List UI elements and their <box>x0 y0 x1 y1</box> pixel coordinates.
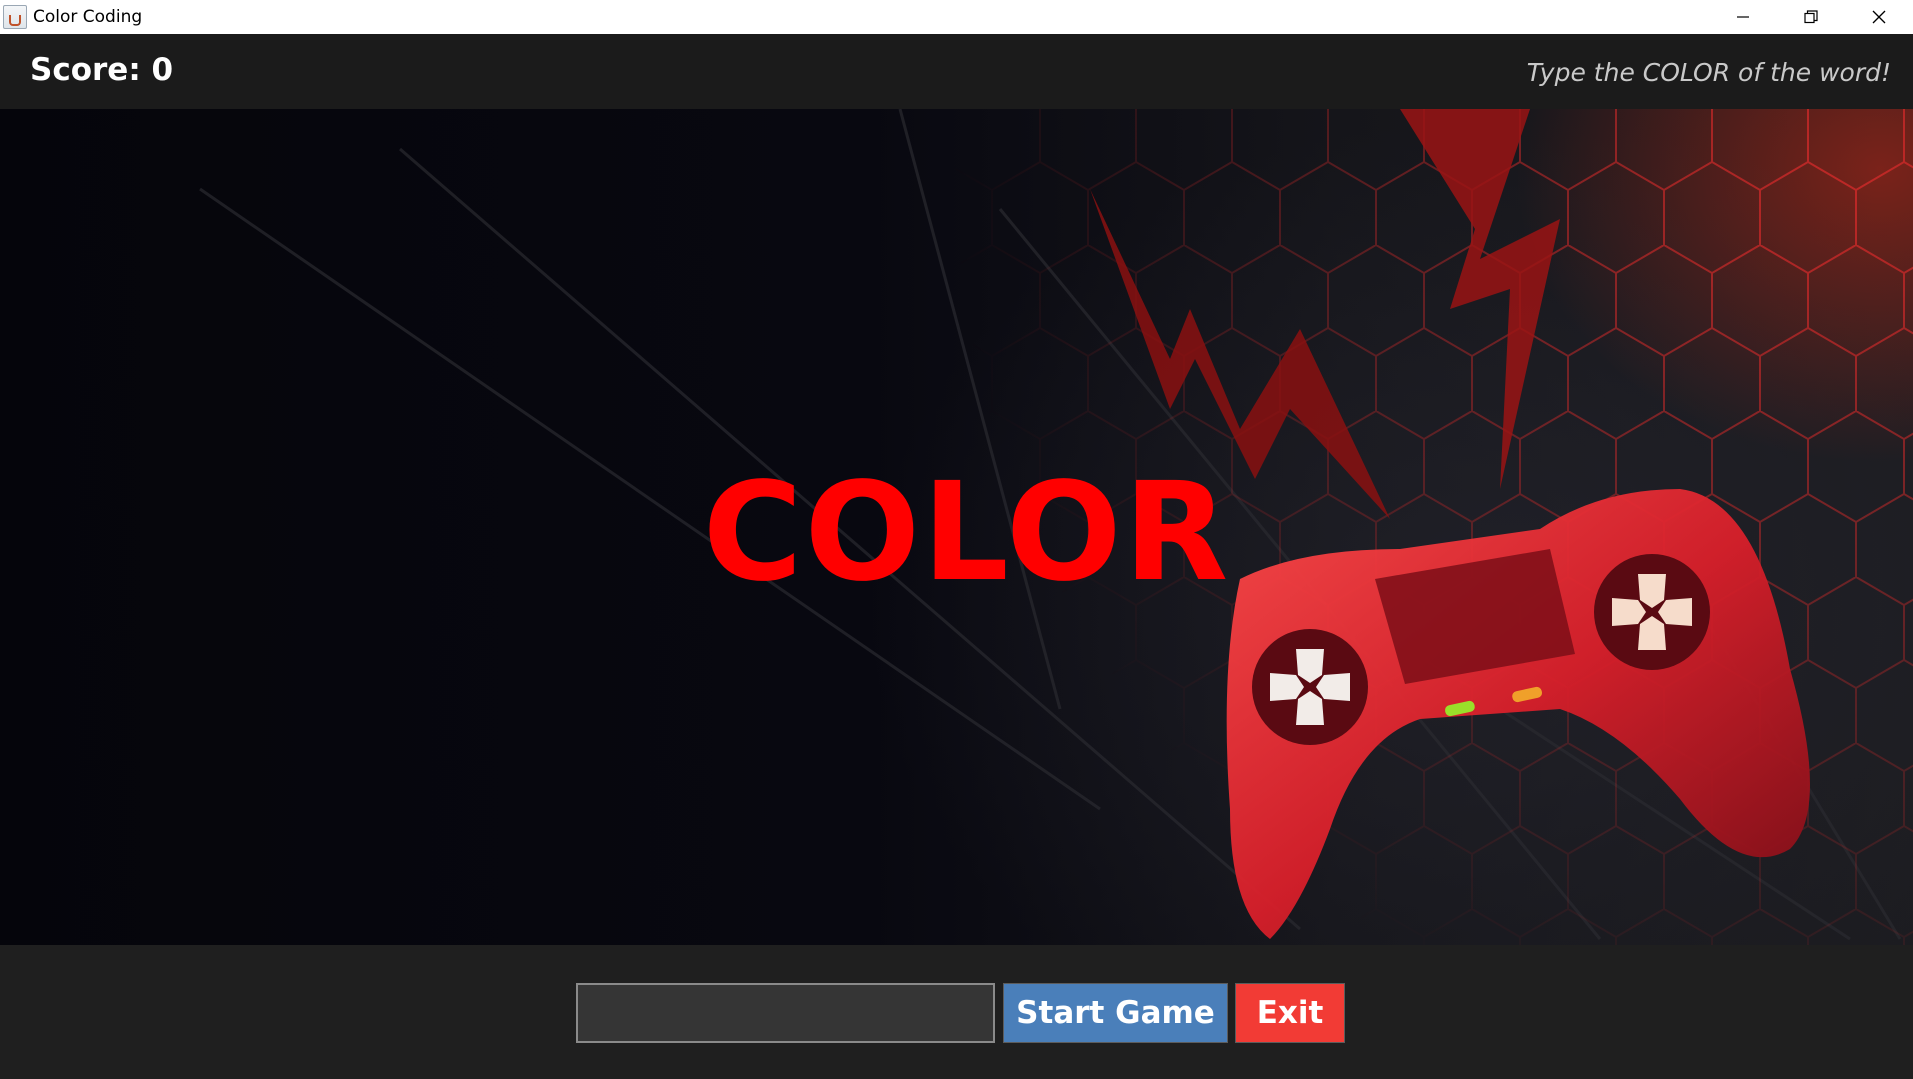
minimize-button[interactable] <box>1709 0 1777 34</box>
restore-button[interactable] <box>1777 0 1845 34</box>
answer-input[interactable] <box>576 983 995 1043</box>
window-title-bar: Color Coding <box>0 0 1913 34</box>
window-title: Color Coding <box>33 7 143 27</box>
start-game-button[interactable]: Start Game <box>1003 983 1228 1043</box>
instruction-label: Type the COLOR of the word! <box>1526 58 1891 87</box>
exit-button[interactable]: Exit <box>1235 983 1345 1043</box>
restore-icon <box>1804 10 1818 24</box>
game-area: COLOR <box>0 109 1913 945</box>
game-header: Score: 0 Type the COLOR of the word! <box>0 34 1913 109</box>
java-app-icon <box>3 5 27 29</box>
color-word-text: COLOR <box>702 454 1231 612</box>
color-word: COLOR <box>0 454 1913 612</box>
minimize-icon <box>1737 16 1749 18</box>
window-controls <box>1709 0 1913 34</box>
close-button[interactable] <box>1845 0 1913 34</box>
control-bar: Start Game Exit <box>0 945 1913 1079</box>
score-label: Score: 0 <box>30 52 174 88</box>
close-icon <box>1872 10 1886 24</box>
